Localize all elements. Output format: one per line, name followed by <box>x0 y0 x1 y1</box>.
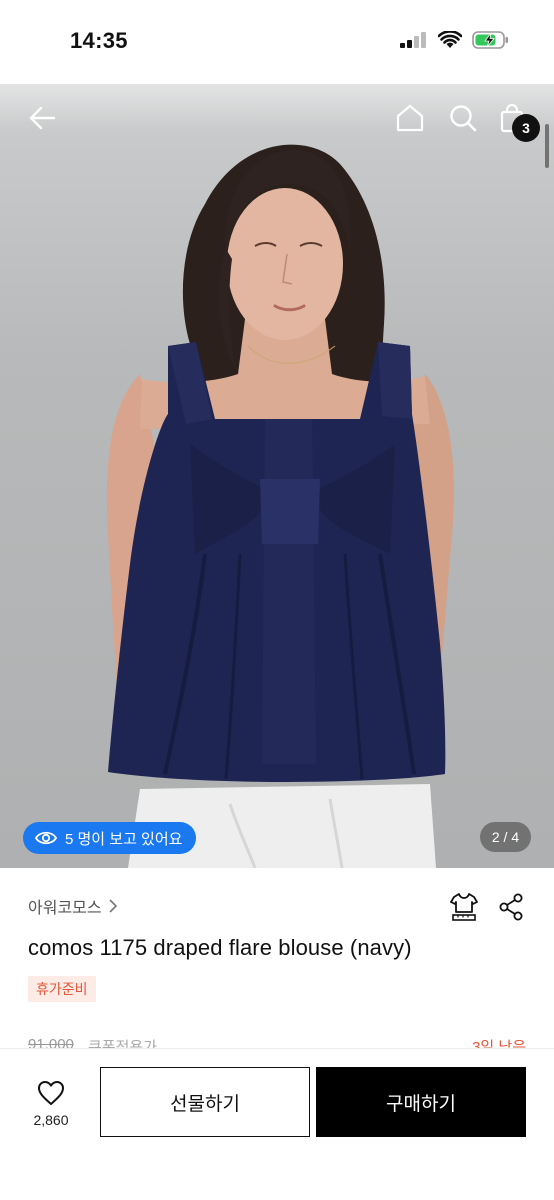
search-icon <box>450 105 477 132</box>
eye-icon <box>35 831 57 845</box>
top-navigation <box>0 84 554 154</box>
like-button[interactable]: 2,860 <box>28 1080 74 1128</box>
back-button[interactable] <box>24 100 60 136</box>
heart-icon <box>38 1081 64 1105</box>
home-button[interactable] <box>392 100 428 136</box>
product-actions <box>450 892 524 927</box>
product-detail-page: 14:35 3 5 명이 보고 있어요 2 / 4 아워코모스 comos 11… <box>0 0 554 1200</box>
like-count: 2,860 <box>33 1112 69 1128</box>
chevron-right-icon <box>109 899 117 913</box>
search-button[interactable] <box>445 100 481 136</box>
share-button[interactable] <box>498 893 524 926</box>
wifi-icon <box>438 31 462 48</box>
scrollbar[interactable] <box>545 124 549 168</box>
share-icon <box>499 893 523 921</box>
buy-button[interactable]: 구매하기 <box>316 1067 526 1137</box>
image-page-indicator: 2 / 4 <box>480 822 531 852</box>
tshirt-ruler-icon <box>450 893 478 921</box>
viewer-count-text: 5 명이 보고 있어요 <box>65 830 183 848</box>
arrow-left-icon <box>29 106 56 130</box>
status-icons <box>400 30 510 50</box>
size-info-button[interactable] <box>450 892 478 927</box>
brand-name: 아워코모스 <box>28 900 102 917</box>
status-bar: 14:35 <box>0 0 554 84</box>
product-title: comos 1175 draped flare blouse (navy) <box>28 935 412 960</box>
status-time: 14:35 <box>70 28 128 53</box>
home-icon <box>396 104 424 132</box>
product-image-gallery[interactable] <box>0 84 554 868</box>
gift-button[interactable]: 선물하기 <box>100 1067 310 1137</box>
product-photo <box>106 144 454 868</box>
battery-icon <box>472 31 508 49</box>
status-badge: 휴가준비 <box>28 976 96 1002</box>
brand-link[interactable]: 아워코모스 <box>28 894 118 918</box>
signal-icon <box>400 32 426 48</box>
cart-count-badge: 3 <box>512 114 540 142</box>
viewer-count-badge: 5 명이 보고 있어요 <box>23 822 197 854</box>
